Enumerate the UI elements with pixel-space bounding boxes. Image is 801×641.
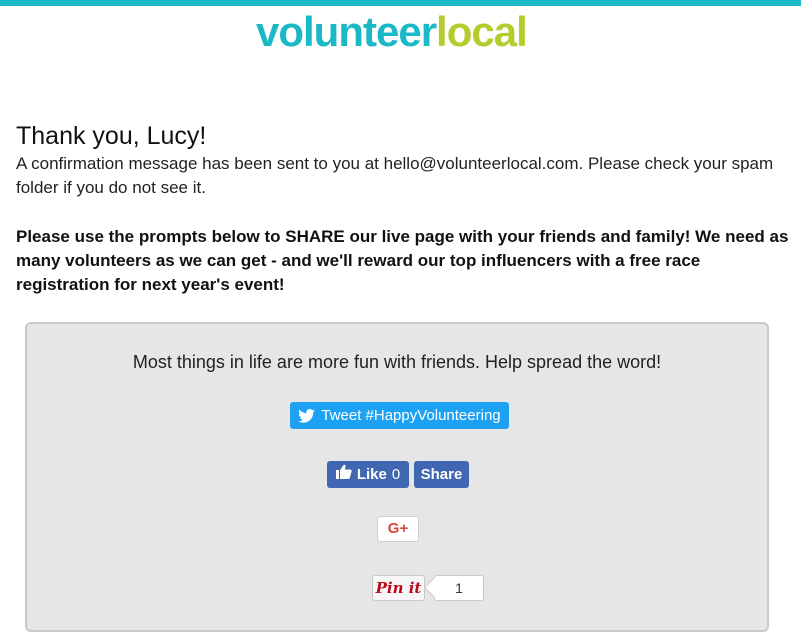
logo-text-local: local (436, 8, 528, 55)
twitter-bird-icon (298, 408, 316, 423)
tweet-button-label: Tweet #HappyVolunteering (321, 407, 501, 424)
top-accent-bar (0, 0, 801, 6)
like-label: Like (356, 466, 387, 483)
thumbs-up-icon (335, 461, 352, 488)
volunteerlocal-logo[interactable]: volunteerlocal (256, 8, 528, 55)
google-plus-button[interactable]: G+ (377, 516, 419, 542)
pinterest-count-bubble: 1 (434, 575, 484, 601)
like-count: 0 (391, 466, 401, 483)
share-prompt-text: Please use the prompts below to SHARE ou… (16, 227, 789, 294)
logo-text-volunteer: volunteer (256, 8, 437, 55)
pin-count-value: 1 (455, 580, 463, 596)
pinterest-pin-button[interactable]: Pin it (372, 575, 425, 601)
facebook-like-button[interactable]: Like 0 (327, 461, 409, 488)
share-box-message: Most things in life are more fun with fr… (132, 352, 662, 372)
thank-you-heading: Thank you, Lucy! (16, 122, 207, 150)
tweet-button[interactable]: Tweet #HappyVolunteering (290, 402, 509, 429)
confirmation-message: A confirmation message has been sent to … (16, 154, 774, 197)
facebook-share-button[interactable]: Share (414, 461, 469, 488)
share-box: Most things in life are more fun with fr… (25, 322, 769, 632)
